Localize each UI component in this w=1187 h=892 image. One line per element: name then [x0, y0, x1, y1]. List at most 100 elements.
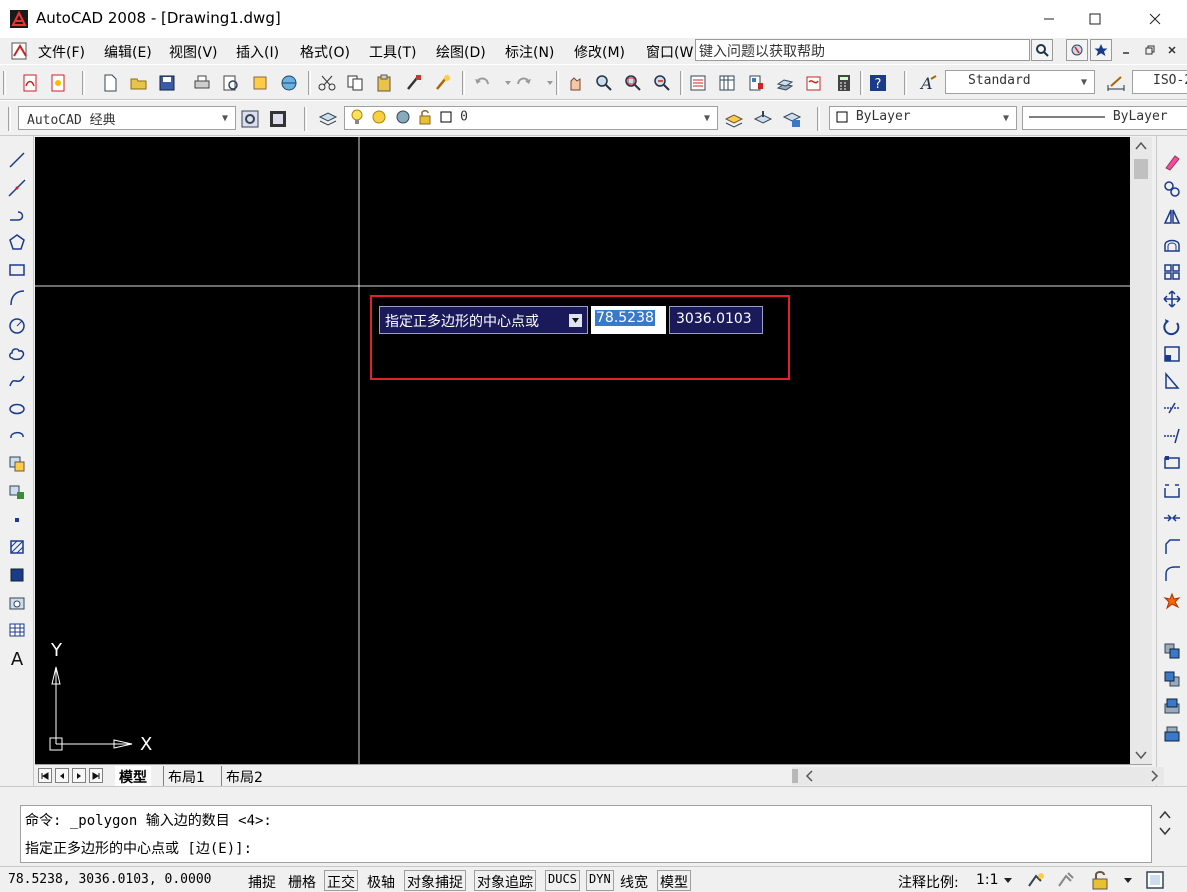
mirror-button[interactable] [1160, 204, 1184, 228]
dwf-button[interactable] [46, 71, 70, 95]
break-at-point-button[interactable] [1160, 451, 1184, 475]
move-button[interactable] [1160, 287, 1184, 311]
qnew-button[interactable] [98, 71, 122, 95]
osnap-toggle[interactable]: 对象捕捉 [404, 870, 466, 891]
ducs-toggle[interactable]: DUCS [545, 870, 580, 891]
spline-button[interactable] [5, 369, 29, 393]
table-button[interactable] [5, 618, 29, 642]
properties-button[interactable] [686, 71, 710, 95]
draw-order-back-button[interactable] [1160, 667, 1184, 691]
design-center-button[interactable] [715, 71, 739, 95]
dim-style-button[interactable] [1104, 71, 1128, 95]
canvas-horizontal-scrollbar[interactable] [792, 767, 1164, 785]
toolbar-grip[interactable] [8, 107, 11, 131]
3d-dwf-button[interactable] [277, 71, 301, 95]
plot-preview-button[interactable] [219, 71, 243, 95]
toolbar-grip[interactable] [556, 71, 559, 95]
command-scrollbar[interactable] [1152, 805, 1179, 863]
scroll-up-icon[interactable] [1157, 809, 1173, 821]
ellipse-arc-button[interactable] [5, 424, 29, 448]
publish-button[interactable] [248, 71, 272, 95]
grid-toggle[interactable]: 栅格 [285, 870, 319, 891]
coordinate-readout[interactable]: 78.5238, 3036.0103, 0.0000 [8, 872, 212, 887]
erase-button[interactable] [1160, 150, 1184, 174]
toolbar-grip[interactable] [462, 71, 465, 95]
menu-dimension[interactable]: 标注(N) [505, 42, 554, 62]
draw-order-front-button[interactable] [1160, 639, 1184, 663]
dyn-toggle[interactable]: DYN [586, 870, 614, 891]
offset-button[interactable] [1160, 232, 1184, 256]
layer-states-button[interactable] [780, 107, 804, 131]
menu-modify[interactable]: 修改(M) [574, 42, 625, 62]
pan-button[interactable] [563, 71, 587, 95]
tab-layout2[interactable]: 布局2 [221, 766, 267, 786]
menu-insert[interactable]: 插入(I) [236, 42, 279, 62]
dim-style-select[interactable]: ISO-2 [1132, 70, 1187, 94]
auto-scale-icon[interactable] [1056, 871, 1076, 889]
open-button[interactable] [127, 71, 151, 95]
paste-button[interactable] [372, 71, 396, 95]
chevron-down-icon[interactable] [1123, 876, 1133, 886]
point-button[interactable] [5, 508, 29, 532]
multiline-text-button[interactable]: A [5, 646, 29, 670]
save-workspace-button[interactable] [266, 107, 290, 131]
scroll-right-icon[interactable] [1146, 768, 1162, 784]
chevron-down-icon[interactable] [1003, 876, 1013, 886]
scale-button[interactable] [1160, 342, 1184, 366]
menu-edit[interactable]: 编辑(E) [104, 42, 152, 62]
otrack-toggle[interactable]: 对象追踪 [474, 870, 536, 891]
menu-draw[interactable]: 绘图(D) [436, 42, 486, 62]
color-select[interactable]: ByLayer ▼ [829, 106, 1017, 130]
model-space-toggle[interactable]: 模型 [657, 870, 691, 891]
doc-restore-button[interactable] [1141, 41, 1159, 59]
circle-button[interactable] [5, 314, 29, 338]
toolbar-grip[interactable] [904, 71, 907, 95]
arc-button[interactable] [5, 286, 29, 310]
toolbar-grip[interactable] [82, 71, 85, 95]
revision-cloud-button[interactable] [5, 341, 29, 365]
construction-line-button[interactable] [5, 176, 29, 200]
menu-view[interactable]: 视图(V) [169, 42, 218, 62]
close-button[interactable] [1132, 0, 1178, 38]
command-history[interactable]: 命令: _polygon 输入边的数目 <4>: 指定正多边形的中心点或 [边(… [20, 805, 1152, 863]
draw-order-under-button[interactable] [1160, 722, 1184, 746]
toolbar-grip[interactable] [680, 71, 683, 95]
layer-previous-button[interactable] [751, 107, 775, 131]
chamfer-button[interactable] [1160, 534, 1184, 558]
break-button[interactable] [1160, 479, 1184, 503]
doc-close-button[interactable] [1163, 41, 1181, 59]
menu-window[interactable]: 窗口(W [646, 42, 696, 62]
zoom-previous-button[interactable] [650, 71, 674, 95]
explode-button[interactable] [1160, 589, 1184, 613]
command-prompt-line[interactable]: 指定正多边形的中心点或 [边(E)]: [25, 838, 252, 858]
help-button[interactable]: ? [866, 71, 890, 95]
copy-button[interactable] [343, 71, 367, 95]
doc-minimize-button[interactable] [1117, 41, 1135, 59]
vertical-scroll-thumb[interactable] [1134, 159, 1148, 179]
draw-order-above-button[interactable] [1160, 694, 1184, 718]
region-button[interactable] [5, 591, 29, 615]
toolbar-grip[interactable] [817, 107, 820, 131]
rotate-button[interactable] [1160, 315, 1184, 339]
snap-toggle[interactable]: 捕捉 [245, 870, 279, 891]
menu-file[interactable]: 文件(F) [38, 42, 85, 62]
annotation-scale-value[interactable]: 1:1 [976, 872, 999, 888]
undo-button[interactable] [470, 71, 494, 95]
previous-layout-button[interactable] [55, 768, 69, 783]
workspace-select[interactable]: AutoCAD 经典 ▼ [18, 106, 236, 130]
canvas-vertical-scrollbar[interactable] [1130, 137, 1152, 764]
zoom-window-button[interactable] [621, 71, 645, 95]
toolbar-grip[interactable] [860, 71, 863, 95]
clean-screen-icon[interactable] [1145, 870, 1165, 890]
polar-toggle[interactable]: 极轴 [364, 870, 398, 891]
markup-set-button[interactable] [802, 71, 826, 95]
text-style-button[interactable]: A [916, 71, 940, 95]
save-button[interactable] [155, 71, 179, 95]
array-button[interactable] [1160, 260, 1184, 284]
annotation-visibility-icon[interactable] [1026, 871, 1046, 889]
sheet-set-button[interactable] [773, 71, 797, 95]
calculator-button[interactable] [832, 71, 856, 95]
redo-button[interactable] [512, 71, 536, 95]
drawing-canvas[interactable]: Y X [35, 137, 1130, 764]
insert-block-button[interactable] [5, 452, 29, 476]
